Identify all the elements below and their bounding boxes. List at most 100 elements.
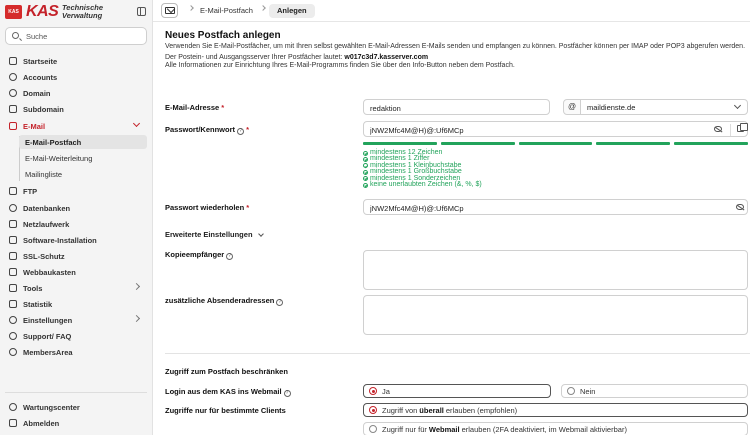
password-input[interactable] [370,125,696,135]
sidebar-subitem-email-postfach[interactable]: E-Mail-Postfach [19,135,147,149]
sidebar-item-webbaukasten[interactable]: Webbaukasten [5,265,147,279]
eye-off-icon[interactable] [736,204,744,210]
email-address-label: E-Mail-Adresse * [165,103,225,112]
radio-unselected[interactable] [567,387,575,395]
chevron-down-icon [257,230,264,237]
sidebar-item-einstellungen[interactable]: Einstellungen [5,313,147,327]
logo-subtitle: Technische Verwaltung [62,3,103,20]
sidebar-item-ssl-schutz[interactable]: SSL-Schutz [5,249,147,263]
radio-unselected[interactable] [369,425,377,433]
sidebar-item-accounts[interactable]: Accounts [5,70,147,84]
sidebar-item-label: Startseite [23,56,58,66]
sidebar-item-label: E-Mail-Postfach [25,137,82,147]
server-info-prefix: Der Postein- und Ausgangsserver Ihrer Po… [165,54,343,61]
sidebar-item-tools[interactable]: Tools [5,281,147,295]
logout-icon [9,419,17,427]
radio-selected[interactable] [369,387,377,395]
check-circle-icon [363,150,368,156]
password-strength-bar [363,142,748,145]
password-repeat-label: Passwort wiederholen * [165,203,250,212]
folder-icon [9,187,17,195]
sidebar-item-label: Statistik [23,299,53,309]
sidebar-item-netzlaufwerk[interactable]: Netzlaufwerk [5,217,147,231]
copy-icon[interactable] [737,123,748,132]
clients-webmail-option[interactable]: Zugriff nur für Webmail erlauben (2FA deak… [363,422,748,435]
sidebar-item-ftp[interactable]: FTP [5,184,147,198]
sidebar-item-label: Subdomain [23,104,64,114]
radio-selected[interactable] [369,406,377,414]
sidebar-item-support-faq[interactable]: Support/ FAQ [5,329,147,343]
webmail-no-option[interactable]: Nein [561,384,748,398]
sidebar-item-statistik[interactable]: Statistik [5,297,147,311]
sidebar-subitem-mailingliste[interactable]: Mailingliste [19,167,147,181]
rule-text: keine unerlaubten Zeichen (&, %, $) [370,180,482,188]
password-repeat-input[interactable] [370,203,696,213]
label-text: Passwort/Kennwort [165,125,236,134]
help-icon[interactable]: ? [283,390,291,397]
sidebar-item-label: Datenbanken [23,203,71,213]
breadcrumb-email-postfach[interactable]: E-Mail-Postfach [200,6,253,15]
sidebar-item-datenbanken[interactable]: Datenbanken [5,201,147,215]
password-repeat-field[interactable] [363,199,748,215]
label-text: Kopieempfänger [165,250,225,259]
sidebar-item-wartungscenter[interactable]: Wartungscenter [5,400,147,414]
webmail-yes-option[interactable]: Ja [363,384,551,398]
sidebar-item-startseite[interactable]: Startseite [5,54,147,68]
password-field[interactable] [363,121,748,137]
option-label-bold: Webmail [428,424,460,434]
sidebar-item-domain[interactable]: Domain [5,86,147,100]
clients-everywhere-option[interactable]: Zugriff von überall erlauben (empfohlen) [363,403,748,417]
sidebar-item-software-installation[interactable]: Software-Installation [5,233,147,247]
label-text: Login aus dem KAS ins Webmail [165,387,282,396]
search-input[interactable] [26,30,141,42]
home-icon [9,57,17,65]
eye-off-icon[interactable] [714,126,722,132]
help-icon[interactable]: ? [226,253,234,260]
sidebar-divider [5,392,147,393]
advanced-settings-toggle[interactable]: Erweiterte Einstellungen [165,230,264,239]
sidebar-item-label: Einstellungen [23,315,73,325]
search-box[interactable] [5,27,147,45]
check-circle-icon [363,182,368,188]
option-label-pre: Zugriff nur für [382,424,427,434]
option-label-pre: Zugriff von [382,405,418,415]
page-title: Neues Postfach anlegen [165,30,281,41]
topbar: E-Mail-Postfach Anlegen [153,0,750,22]
chevron-down-icon [733,101,742,110]
envelope-icon [165,7,175,14]
option-label-bold: überall [419,405,444,415]
check-circle-icon [363,176,368,182]
check-circle-icon [363,163,368,169]
help-icon[interactable]: ? [276,299,284,306]
sidebar-subitem-email-weiterleitung[interactable]: E-Mail-Weiterleitung [19,151,147,165]
check-circle-icon [363,169,368,175]
breadcrumb-separator-icon [188,5,194,11]
sidebar-item-label: E-Mail [23,121,46,131]
search-icon [12,32,19,39]
help-icon [9,332,17,340]
breadcrumb-anlegen: Anlegen [269,4,315,18]
chevron-right-icon [132,282,141,291]
sidebar-item-subdomain[interactable]: Subdomain [5,102,147,116]
sidebar-item-label: Mailingliste [25,169,63,179]
domain-select-value: maildienste.de [587,103,636,112]
sidebar-item-membersarea[interactable]: MembersArea [5,345,147,359]
sidebar-item-label: Netzlaufwerk [23,219,70,229]
sender-addresses-textarea[interactable] [363,295,748,335]
email-local-part-field[interactable] [363,99,550,115]
mail-home-button[interactable] [161,3,178,18]
toggle-sidebar-icon[interactable] [137,7,146,16]
domain-select[interactable]: maildienste.de [580,99,748,115]
label-text: Passwort wiederholen [165,203,245,212]
field-divider [730,124,731,136]
email-local-part-input[interactable] [370,103,528,113]
sidebar-item-email[interactable]: E-Mail [5,119,147,133]
help-icon[interactable]: ? [237,128,245,135]
sidebar-item-abmelden[interactable]: Abmelden [5,416,147,430]
strength-segment [440,142,515,145]
sidebar-item-label: MembersArea [23,347,73,357]
logo[interactable]: KAS KAS Technische Verwaltung [5,3,148,21]
sidebar-item-label: Webbaukasten [23,267,76,277]
strength-segment [518,142,593,145]
copy-recipient-textarea[interactable] [363,250,748,290]
